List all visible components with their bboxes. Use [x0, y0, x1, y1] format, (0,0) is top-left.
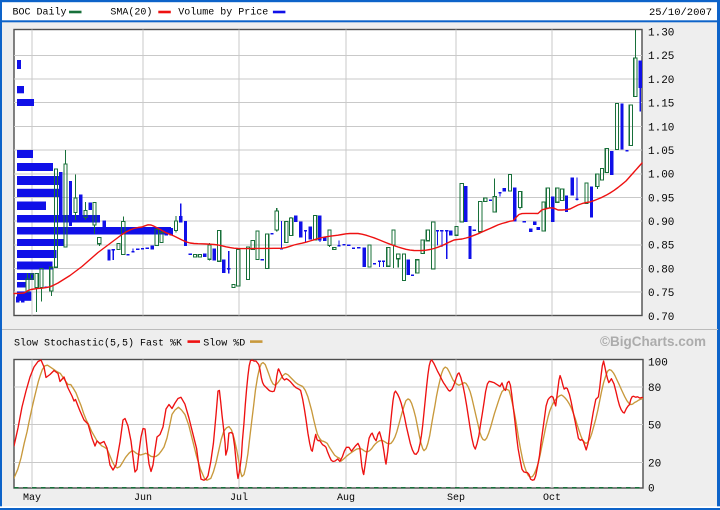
svg-text:Jul: Jul: [230, 492, 248, 504]
svg-text:50: 50: [648, 421, 661, 433]
svg-text:©BigCharts.com: ©BigCharts.com: [600, 334, 706, 349]
svg-text:1.05: 1.05: [648, 146, 674, 158]
svg-text:BOC Daily: BOC Daily: [13, 7, 67, 19]
svg-text:Aug: Aug: [337, 493, 355, 504]
svg-text:Volume by Price: Volume by Price: [178, 7, 268, 19]
svg-text:SMA(20): SMA(20): [110, 7, 152, 19]
svg-text:0.80: 0.80: [648, 264, 674, 276]
svg-text:1.00: 1.00: [648, 170, 674, 182]
svg-text:1.15: 1.15: [648, 99, 674, 111]
svg-text:Oct: Oct: [543, 493, 561, 504]
svg-text:0.75: 0.75: [648, 288, 674, 300]
svg-text:0.70: 0.70: [648, 312, 674, 324]
svg-text:1.10: 1.10: [648, 122, 674, 134]
svg-text:Slow %D: Slow %D: [203, 338, 245, 350]
svg-text:25/10/2007: 25/10/2007: [649, 7, 712, 19]
svg-text:0.90: 0.90: [648, 217, 674, 229]
svg-text:Jun: Jun: [134, 493, 152, 504]
svg-text:0.95: 0.95: [648, 193, 674, 205]
svg-text:80: 80: [648, 383, 661, 395]
svg-text:0: 0: [648, 483, 655, 495]
svg-text:Slow Stochastic(5,5) Fast %K: Slow Stochastic(5,5) Fast %K: [14, 338, 182, 350]
svg-text:1.30: 1.30: [648, 28, 674, 40]
svg-text:1.20: 1.20: [648, 75, 674, 87]
svg-text:0.85: 0.85: [648, 241, 674, 253]
svg-text:May: May: [23, 493, 41, 504]
svg-text:Sep: Sep: [447, 493, 465, 504]
svg-text:1.25: 1.25: [648, 51, 674, 63]
svg-text:100: 100: [648, 358, 668, 370]
svg-text:20: 20: [648, 458, 661, 470]
